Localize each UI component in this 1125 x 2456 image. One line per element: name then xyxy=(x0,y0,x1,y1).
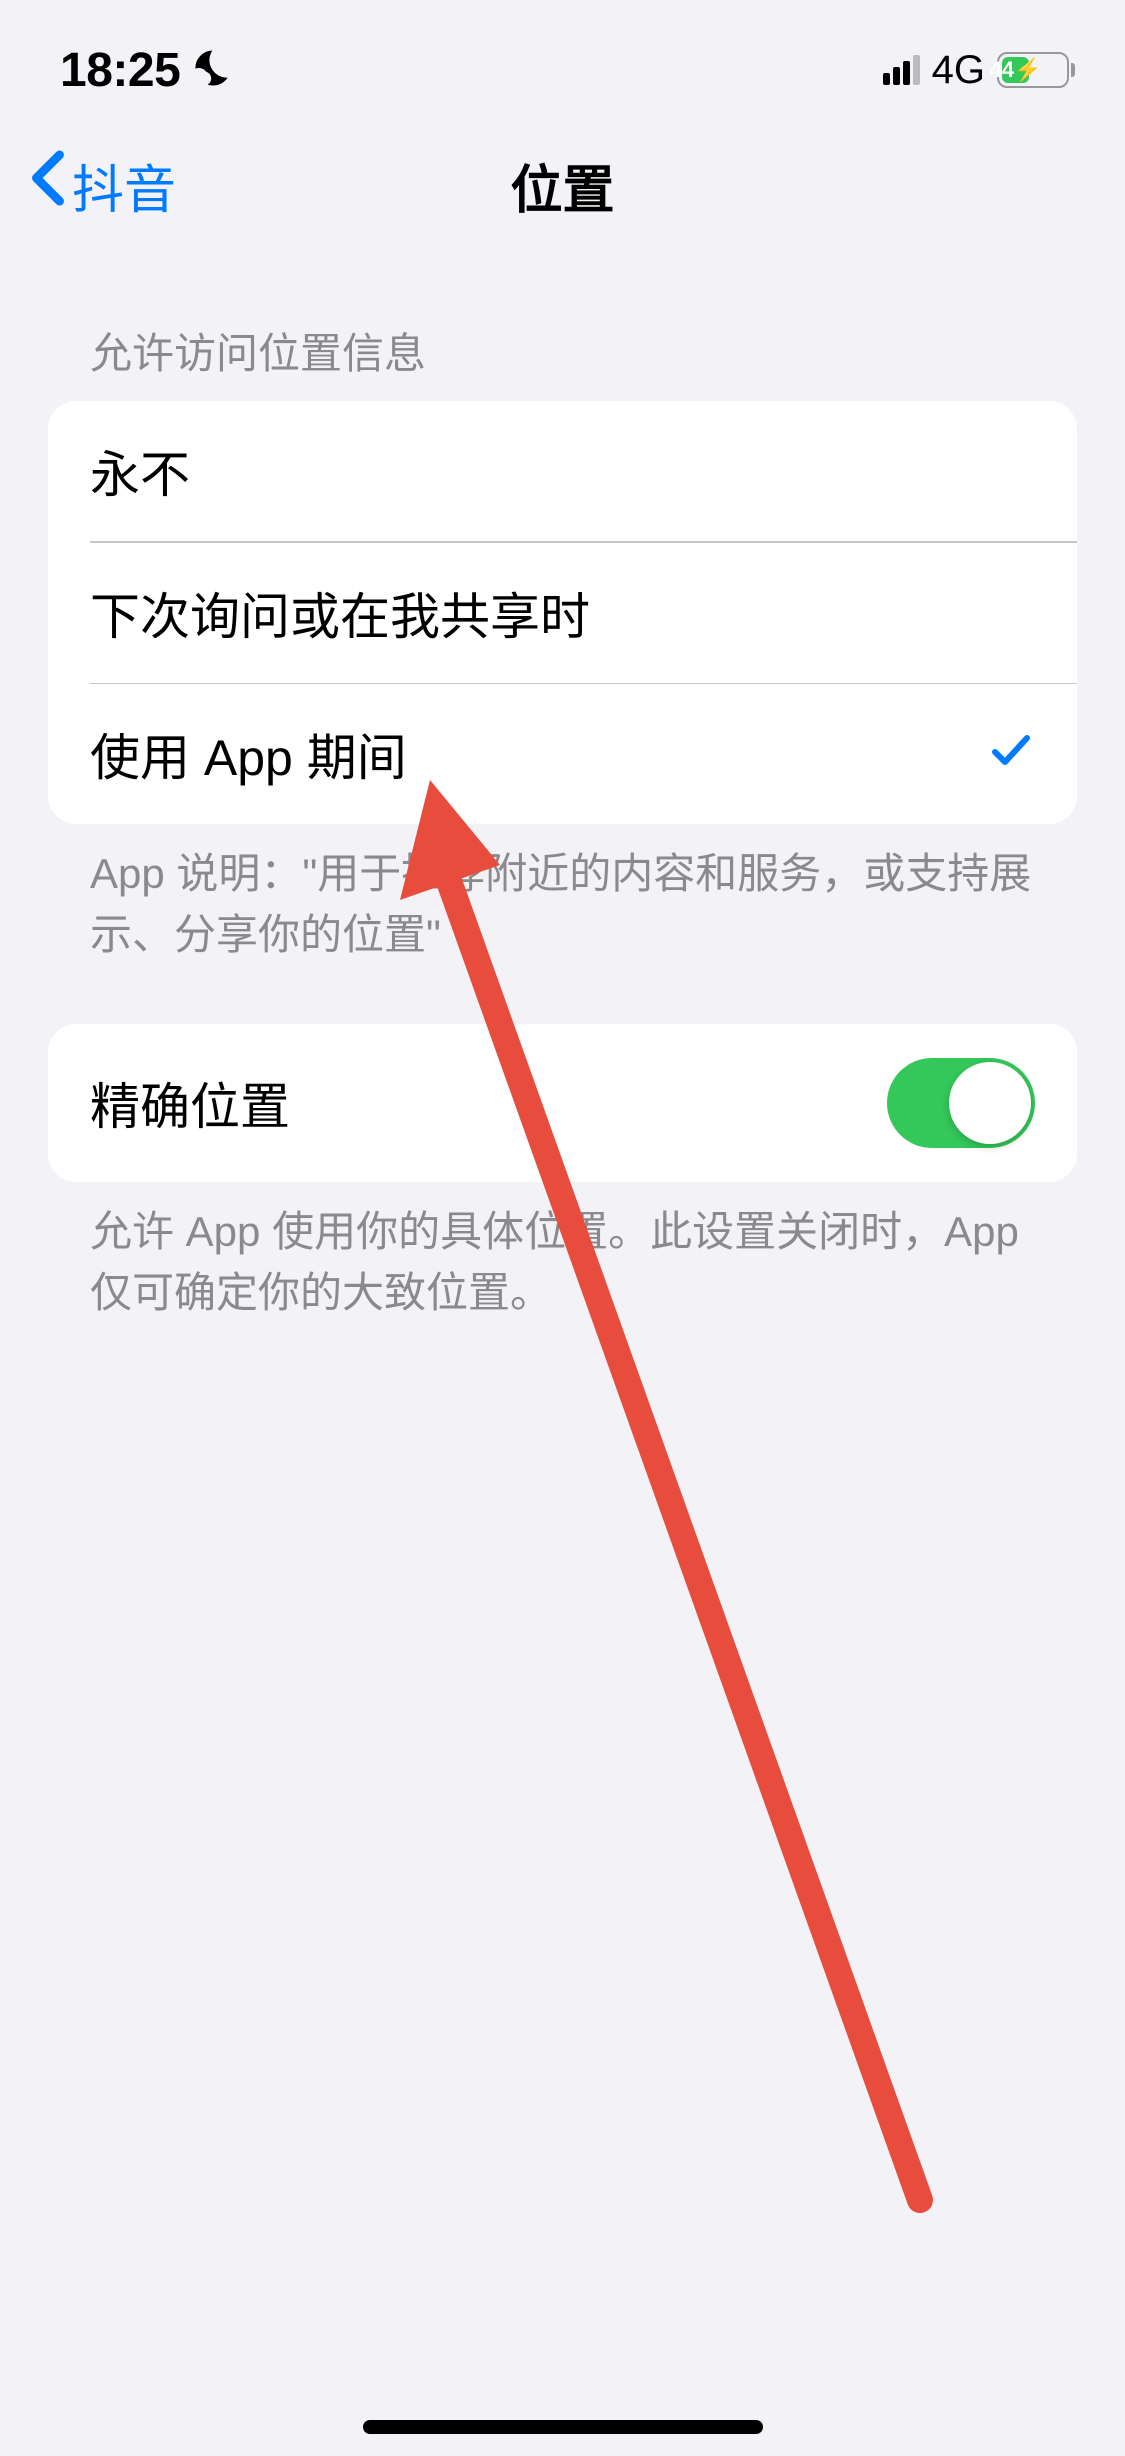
location-section-footer: App 说明："用于推荐附近的内容和服务，或支持展示、分享你的位置" xyxy=(48,824,1077,966)
precise-location-row[interactable]: 精确位置 xyxy=(48,1024,1077,1182)
option-label: 使用 App 期间 xyxy=(90,718,407,790)
page-title: 位置 xyxy=(510,148,614,223)
status-left: 18:25 xyxy=(60,43,234,98)
location-section-header: 允许访问位置信息 xyxy=(48,320,1077,401)
battery-icon: 44⚡ xyxy=(997,52,1075,88)
option-label: 永不 xyxy=(90,435,190,507)
status-right: 4G 44⚡ xyxy=(883,48,1075,93)
precise-section-footer: 允许 App 使用你的具体位置。此设置关闭时，App 仅可确定你的大致位置。 xyxy=(48,1182,1077,1324)
chevron-left-icon xyxy=(30,149,66,221)
toggle-knob xyxy=(949,1062,1031,1144)
location-options-group: 永不 下次询问或在我共享时 使用 App 期间 xyxy=(48,401,1077,824)
precise-location-label: 精确位置 xyxy=(90,1067,290,1139)
option-label: 下次询问或在我共享时 xyxy=(90,577,590,649)
checkmark-icon xyxy=(987,721,1035,788)
option-ask-next-time[interactable]: 下次询问或在我共享时 xyxy=(48,543,1077,683)
home-indicator[interactable] xyxy=(363,2420,763,2434)
option-never[interactable]: 永不 xyxy=(48,401,1077,541)
status-bar: 18:25 4G 44⚡ xyxy=(0,20,1125,120)
option-while-using-app[interactable]: 使用 App 期间 xyxy=(48,684,1077,824)
precise-location-group: 精确位置 xyxy=(48,1024,1077,1182)
status-time: 18:25 xyxy=(60,43,180,98)
signal-icon xyxy=(883,55,920,85)
back-button[interactable]: 抖音 xyxy=(30,148,176,223)
network-type: 4G xyxy=(932,48,985,93)
content: 允许访问位置信息 永不 下次询问或在我共享时 使用 App 期间 App 说明：… xyxy=(0,320,1125,1324)
back-label: 抖音 xyxy=(72,148,176,223)
do-not-disturb-icon xyxy=(192,47,234,94)
precise-location-toggle[interactable] xyxy=(887,1058,1035,1148)
nav-bar: 抖音 位置 xyxy=(0,120,1125,250)
